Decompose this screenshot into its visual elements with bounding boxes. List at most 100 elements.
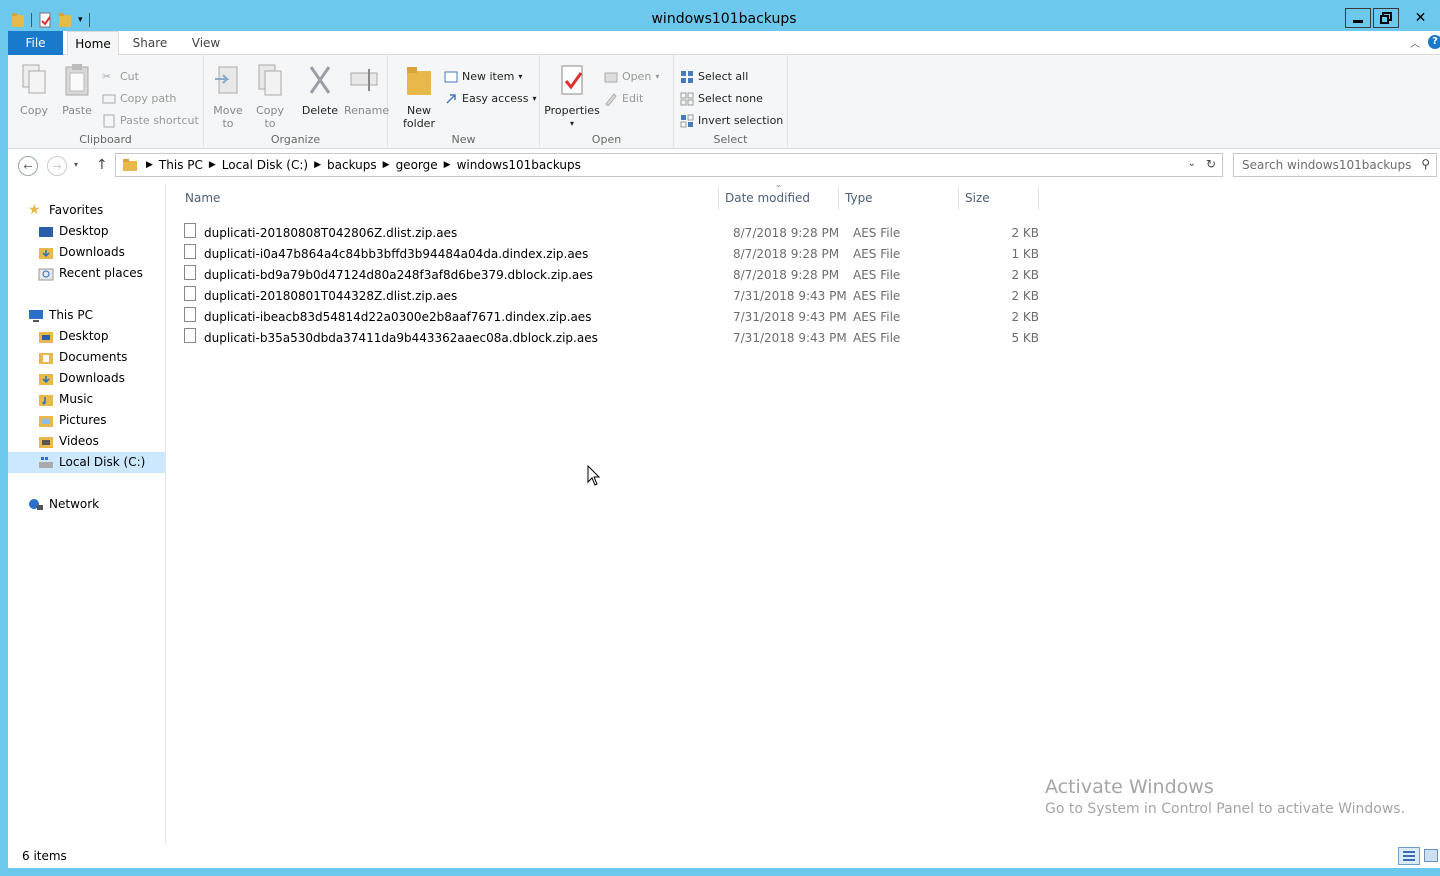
easy-access-button[interactable]: Easy access ▾ bbox=[444, 90, 537, 108]
breadcrumb-chevron-icon[interactable]: ▶ bbox=[314, 160, 321, 170]
close-button[interactable]: ✕ bbox=[1401, 8, 1440, 28]
breadcrumb-backups[interactable]: backups bbox=[327, 158, 377, 172]
up-arrow-icon[interactable]: ↑ bbox=[96, 157, 108, 173]
select-none-button[interactable]: Select none bbox=[680, 90, 763, 108]
table-row[interactable]: duplicati-20180801T044328Z.dlist.zip.aes… bbox=[184, 286, 1044, 307]
downloads-folder-icon bbox=[39, 373, 53, 385]
search-icon[interactable]: ⚲ bbox=[1421, 157, 1430, 171]
nav-pc-videos[interactable]: Videos bbox=[38, 431, 99, 452]
forward-button[interactable]: → bbox=[47, 156, 67, 176]
nav-pc-downloads[interactable]: Downloads bbox=[38, 368, 125, 389]
file-date: 7/31/2018 9:43 PM bbox=[733, 310, 847, 324]
desktop-folder-icon bbox=[39, 331, 53, 343]
tab-view[interactable]: View bbox=[183, 31, 229, 55]
edit-button[interactable]: Edit bbox=[604, 90, 643, 108]
invert-selection-button[interactable]: Invert selection bbox=[680, 112, 783, 130]
file-size: 5 KB bbox=[1011, 331, 1039, 345]
network-icon bbox=[29, 498, 43, 510]
nav-this-pc[interactable]: This PC bbox=[28, 305, 93, 326]
tab-file[interactable]: File bbox=[8, 31, 63, 55]
tab-share[interactable]: Share bbox=[125, 31, 175, 55]
new-folder-button[interactable]: New folder bbox=[398, 63, 440, 130]
cut-button[interactable]: ✂ Cut bbox=[102, 68, 139, 86]
column-header-name[interactable]: Name bbox=[179, 186, 719, 210]
column-header-size[interactable]: Size bbox=[959, 186, 1039, 210]
file-name: duplicati-b35a530dbda37411da9b443362aaec… bbox=[204, 331, 598, 345]
breadcrumb-george[interactable]: george bbox=[396, 158, 438, 172]
refresh-icon[interactable]: ↻ bbox=[1206, 157, 1216, 171]
column-header-date[interactable]: Date modified bbox=[719, 186, 839, 210]
music-folder-icon bbox=[39, 394, 53, 406]
help-icon[interactable]: ? bbox=[1428, 35, 1440, 49]
properties-button[interactable]: Properties ▾ bbox=[544, 63, 600, 130]
minimize-icon bbox=[1353, 19, 1363, 23]
nav-fav-downloads[interactable]: Downloads bbox=[38, 242, 125, 263]
file-icon bbox=[184, 265, 196, 280]
file-name: duplicati-bd9a79b0d47124d80a248f3af8d6be… bbox=[204, 268, 593, 282]
details-view-icon[interactable] bbox=[1398, 847, 1420, 865]
select-all-icon bbox=[681, 71, 693, 83]
file-date: 8/7/2018 9:28 PM bbox=[733, 226, 840, 240]
column-header-type[interactable]: Type bbox=[839, 186, 959, 210]
activation-watermark: Activate Windows Go to System in Control… bbox=[1045, 776, 1405, 817]
breadcrumb-local-disk[interactable]: Local Disk (C:) bbox=[222, 158, 308, 172]
nav-pc-local-disk[interactable]: Local Disk (C:) bbox=[8, 452, 165, 473]
nav-favorites[interactable]: ★ Favorites bbox=[28, 200, 103, 221]
title-bar: ▾ windows101backups ✕ bbox=[8, 8, 1440, 31]
table-row[interactable]: duplicati-ibeacb83d54814d22a0300e2b8aaf7… bbox=[184, 307, 1044, 328]
tab-home[interactable]: Home bbox=[67, 31, 119, 56]
copy-to-button[interactable]: Copy to bbox=[254, 63, 286, 130]
address-bar[interactable]: ▶ This PC ▶ Local Disk (C:) ▶ backups ▶ … bbox=[115, 153, 1223, 177]
copy-button[interactable]: Copy bbox=[18, 63, 50, 117]
nav-fav-desktop[interactable]: Desktop bbox=[38, 221, 109, 242]
breadcrumb-chevron-icon[interactable]: ▶ bbox=[209, 160, 216, 170]
copy-path-button[interactable]: Copy path bbox=[102, 90, 176, 108]
table-row[interactable]: duplicati-b35a530dbda37411da9b443362aaec… bbox=[184, 328, 1044, 349]
open-group-label: Open bbox=[591, 133, 622, 146]
breadcrumb-chevron-icon[interactable]: ▶ bbox=[444, 160, 451, 170]
nav-pc-music[interactable]: Music bbox=[38, 389, 93, 410]
select-all-button[interactable]: Select all bbox=[680, 68, 748, 86]
table-row[interactable]: duplicati-20180808T042806Z.dlist.zip.aes… bbox=[184, 223, 1044, 244]
minimize-button[interactable] bbox=[1345, 8, 1371, 28]
recent-locations-icon[interactable]: ▾ bbox=[74, 160, 78, 169]
desktop-icon bbox=[39, 226, 53, 237]
table-row[interactable]: duplicati-bd9a79b0d47124d80a248f3af8d6be… bbox=[184, 265, 1044, 286]
ribbon-tabs: File Home Share View ︿ ? bbox=[8, 31, 1440, 56]
delete-button[interactable]: Delete bbox=[300, 63, 340, 117]
select-group: Select all Select none Invert selection … bbox=[674, 55, 788, 149]
breadcrumb-windows101backups[interactable]: windows101backups bbox=[457, 158, 581, 172]
new-item-button[interactable]: New item ▾ bbox=[444, 68, 522, 86]
restore-button[interactable] bbox=[1373, 8, 1399, 28]
nav-pc-pictures[interactable]: Pictures bbox=[38, 410, 107, 431]
downloads-folder-icon bbox=[39, 247, 53, 259]
move-to-button[interactable]: Move to bbox=[212, 63, 244, 130]
paste-button[interactable]: Paste bbox=[60, 63, 94, 117]
open-button[interactable]: Open ▾ bbox=[604, 68, 659, 86]
address-dropdown-icon[interactable]: ⌄ bbox=[1188, 158, 1196, 169]
nav-fav-recent-places[interactable]: Recent places bbox=[38, 263, 143, 284]
minimize-ribbon-icon[interactable]: ︿ bbox=[1410, 35, 1420, 50]
ribbon: Copy Paste ✂ Cut Copy path Paste shortcut… bbox=[8, 55, 1440, 149]
large-icons-view-icon[interactable] bbox=[1424, 849, 1438, 862]
nav-network[interactable]: Network bbox=[28, 494, 99, 515]
table-row[interactable]: duplicati-i0a47b864a4c84bb3bffd3b94484a0… bbox=[184, 244, 1044, 265]
easy-access-icon bbox=[446, 94, 456, 104]
copy-icon bbox=[22, 64, 46, 94]
file-icon bbox=[184, 286, 196, 301]
file-icon bbox=[184, 223, 196, 238]
nav-pc-documents[interactable]: Documents bbox=[38, 347, 127, 368]
copy-path-icon bbox=[102, 94, 116, 104]
rename-button[interactable]: Rename bbox=[344, 63, 389, 117]
breadcrumb-this-pc[interactable]: This PC bbox=[159, 158, 203, 172]
status-bar: 6 items bbox=[8, 846, 1440, 868]
file-type: AES File bbox=[853, 331, 901, 345]
breadcrumb-chevron-icon[interactable]: ▶ bbox=[146, 160, 153, 170]
file-type: AES File bbox=[853, 289, 901, 303]
back-button[interactable]: ← bbox=[18, 156, 38, 176]
search-input[interactable]: Search windows101backups ⚲ bbox=[1233, 153, 1437, 177]
paste-shortcut-button[interactable]: Paste shortcut bbox=[102, 112, 199, 130]
breadcrumb-chevron-icon[interactable]: ▶ bbox=[383, 160, 390, 170]
nav-pc-desktop[interactable]: Desktop bbox=[38, 326, 109, 347]
pictures-folder-icon bbox=[39, 415, 53, 427]
